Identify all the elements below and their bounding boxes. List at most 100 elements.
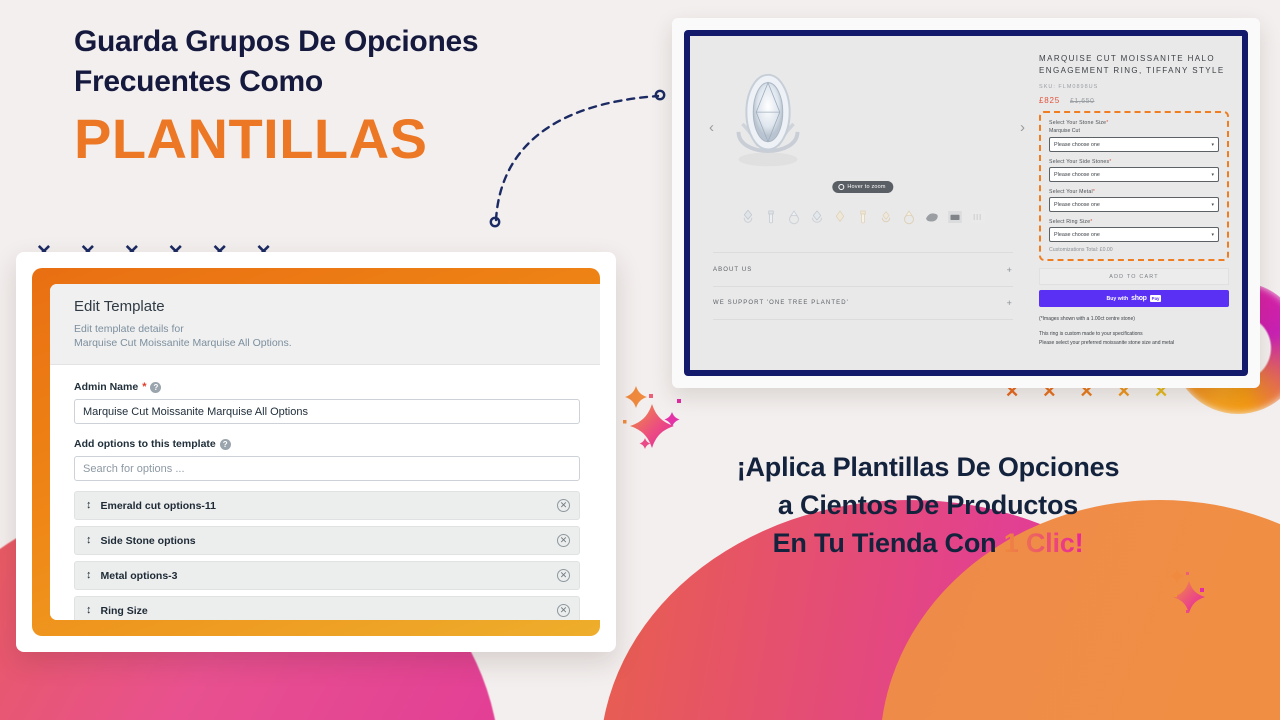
select-side-stones[interactable]: Please choose one ▾ [1049, 167, 1219, 182]
admin-name-input[interactable] [74, 399, 580, 424]
required-asterisk-icon: * [1092, 189, 1096, 195]
magnifier-icon [838, 184, 845, 190]
admin-name-label: Admin Name * ? [74, 381, 580, 393]
edit-template-window: Edit Template Edit template details for … [16, 252, 616, 652]
ring-product-image [736, 73, 800, 167]
list-item[interactable]: ↕ Ring Size ✕ [74, 596, 580, 620]
template-options-list: ↕ Emerald cut options-11 ✕ ↕ Side Stone … [74, 491, 580, 620]
thumbnail-ring-icon[interactable] [877, 208, 895, 226]
product-page-content: ‹ › Hover to zoom ABOUT US + WE SUPPORT … [695, 41, 1237, 365]
subheadline-line-3-prefix: En Tu Tienda Con [772, 528, 1004, 558]
thumbnail-ring-icon[interactable] [854, 208, 872, 226]
list-item[interactable]: ↕ Side Stone options ✕ [74, 526, 580, 555]
select-ring-size[interactable]: Please choose one ▾ [1049, 227, 1219, 242]
product-price: £825 [1039, 96, 1061, 105]
select-label-metal: Select Your Metal* [1049, 189, 1219, 195]
template-subtitle-line-2: Marquise Cut Moissanite Marquise All Opt… [74, 337, 292, 349]
select-label-text: Select Ring Size [1049, 219, 1091, 225]
option-name: Side Stone options [100, 534, 196, 547]
page-title: Edit Template [74, 298, 165, 315]
thumbnail-ring-icon[interactable] [808, 208, 826, 226]
edit-template-orange-frame: Edit Template Edit template details for … [32, 268, 600, 636]
select-label-ring-size: Select Ring Size* [1049, 219, 1219, 225]
remove-icon[interactable]: ✕ [557, 604, 570, 617]
product-note-images: (*Images shown with a 1.00ct centre ston… [1039, 316, 1135, 322]
headline-line-1: Guarda Grupos De Opciones [74, 25, 479, 58]
chevron-down-icon: ▾ [1211, 231, 1214, 238]
product-note-custom-line-1: This ring is custom made to your specifi… [1039, 331, 1143, 337]
thumbnail-photo-icon[interactable] [969, 208, 987, 226]
thumbnail-photo-icon[interactable] [946, 208, 964, 226]
product-page-screenshot: ‹ › Hover to zoom ABOUT US + WE SUPPORT … [672, 18, 1260, 388]
select-label-stone-size: Select Your Stone Size* [1049, 120, 1219, 126]
chevron-down-icon: ▾ [1211, 141, 1214, 148]
select-label-text: Select Your Metal [1049, 189, 1093, 195]
edit-template-header: Edit Template Edit template details for … [50, 284, 600, 365]
product-compare-price: £1,650 [1070, 98, 1095, 105]
dashed-arrow-icon [489, 89, 666, 228]
select-label-side-stones: Select Your Side Stones* [1049, 159, 1219, 165]
thumbnail-ring-icon[interactable] [762, 208, 780, 226]
plus-icon[interactable]: + [1007, 265, 1013, 275]
help-icon: ? [150, 381, 162, 393]
admin-name-label-text: Admin Name [74, 381, 139, 393]
remove-icon[interactable]: ✕ [557, 499, 570, 512]
plus-icon[interactable]: + [1007, 298, 1013, 308]
chevron-down-icon: ▾ [1211, 201, 1214, 208]
subheadline-accent-1-clic: 1 Clic! [1003, 528, 1084, 558]
accordion-row-about-us[interactable]: ABOUT US + [713, 252, 1014, 286]
select-value: Please choose one [1054, 171, 1100, 178]
required-asterisk-icon: * [142, 381, 147, 393]
shop-pay-prefix: Buy with [1106, 295, 1129, 302]
required-asterisk-icon: * [1106, 120, 1109, 126]
select-value: Please choose one [1054, 231, 1100, 238]
add-options-label-text: Add options to this template [74, 438, 216, 450]
select-label-text: Select Your Stone Size [1049, 120, 1107, 126]
list-item[interactable]: ↕ Emerald cut options-11 ✕ [74, 491, 580, 520]
list-item[interactable]: ↕ Metal options-3 ✕ [74, 561, 580, 590]
product-screenshot-navy-frame: ‹ › Hover to zoom ABOUT US + WE SUPPORT … [684, 30, 1248, 376]
thumbnail-photo-icon[interactable] [923, 208, 941, 226]
product-note-custom-line-2: Please select your preferred moissanite … [1039, 340, 1175, 346]
shop-logo: shop [1131, 295, 1147, 302]
gallery-next-icon[interactable]: › [1020, 119, 1025, 136]
product-price-row: £825 £1,650 [1039, 96, 1229, 105]
remove-icon[interactable]: ✕ [557, 569, 570, 582]
thumbnail-ring-icon[interactable] [785, 208, 803, 226]
required-asterisk-icon: * [1109, 159, 1112, 165]
add-to-cart-button[interactable]: ADD TO CART [1039, 268, 1229, 285]
thumbnail-ring-icon[interactable] [900, 208, 918, 226]
thumbnail-ring-icon[interactable] [739, 208, 757, 226]
drag-handle-icon[interactable]: ↕ [86, 605, 92, 616]
accordion-row-one-tree-planted[interactable]: WE SUPPORT 'ONE TREE PLANTED' + [713, 286, 1014, 320]
hover-to-zoom-badge: Hover to zoom [832, 181, 894, 193]
sparkle-icon [1170, 569, 1205, 613]
search-options-input[interactable] [74, 456, 580, 481]
product-sku: SKU: FLM0898US [1039, 84, 1099, 90]
remove-icon[interactable]: ✕ [557, 534, 570, 547]
accordion-label: WE SUPPORT 'ONE TREE PLANTED' [713, 300, 849, 306]
select-sublabel-marquise-cut: Marquise Cut [1049, 128, 1080, 134]
subheadline-line-3: En Tu Tienda Con 1 Clic! [648, 524, 1208, 562]
chevron-down-icon: ▾ [1211, 171, 1214, 178]
select-stone-size[interactable]: Please choose one ▾ [1049, 137, 1219, 152]
product-info-column: MARQUISE CUT MOISSANITE HALO ENGAGEMENT … [1031, 41, 1237, 365]
pay-badge: Pay [1149, 295, 1162, 302]
drag-handle-icon[interactable]: ↕ [86, 500, 92, 511]
subheadline-line-2: a Cientos De Productos [777, 490, 1079, 520]
thumbnail-ring-icon[interactable] [831, 208, 849, 226]
edit-template-body: Admin Name * ? Add options to this templ… [50, 365, 600, 620]
subheadline-line-1: ¡Aplica Plantillas De Opciones [736, 452, 1120, 482]
hover-badge-label: Hover to zoom [847, 184, 886, 190]
buy-with-shop-pay-button[interactable]: Buy with shop Pay [1039, 290, 1229, 307]
product-title: MARQUISE CUT MOISSANITE HALO ENGAGEMENT … [1039, 54, 1225, 75]
drag-handle-icon[interactable]: ↕ [86, 570, 92, 581]
select-metal[interactable]: Please choose one ▾ [1049, 197, 1219, 212]
drag-handle-icon[interactable]: ↕ [86, 535, 92, 546]
option-name: Emerald cut options-11 [100, 499, 217, 512]
product-accordion: ABOUT US + WE SUPPORT 'ONE TREE PLANTED'… [709, 252, 1017, 320]
product-options-highlight-box: Select Your Stone Size* Marquise Cut Ple… [1039, 111, 1229, 261]
add-options-label: Add options to this template ? [74, 438, 580, 450]
customizations-total: Customizations Total: £0.00 [1049, 247, 1113, 253]
option-name: Metal options-3 [100, 569, 178, 582]
